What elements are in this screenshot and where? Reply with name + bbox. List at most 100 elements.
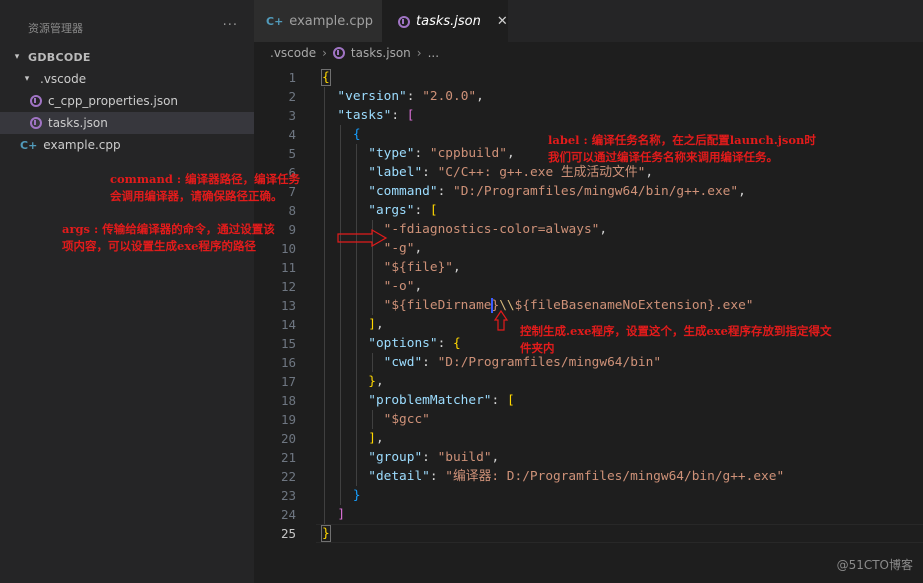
tree-item-label: example.cpp — [43, 138, 121, 152]
line-number: 4 — [288, 127, 296, 142]
tab-label: tasks.json — [416, 14, 481, 29]
tab-tasks-json[interactable]: tasks.json ✕ — [382, 0, 508, 42]
line-number: 20 — [280, 431, 296, 446]
line-number: 16 — [280, 355, 296, 370]
json-string: "C/C++: g++.exe 生成活动文件" — [437, 165, 646, 180]
annotation-label: label : 编译任务名称，在之后配置launch.json时 我们可以通过编… — [548, 133, 816, 164]
json-string: "${file}" — [383, 260, 453, 275]
code-line: ], — [368, 431, 384, 446]
code-line: "command": "D:/Programfiles/mingw64/bin/… — [368, 184, 746, 199]
code-line: "version": "2.0.0", — [337, 89, 484, 104]
code-line: "type": "cppbuild", — [368, 146, 515, 161]
chevron-right-icon: › — [322, 46, 327, 60]
line-number: 15 — [280, 336, 296, 351]
json-string: "build" — [437, 450, 492, 465]
json-icon — [398, 15, 410, 28]
line-number: 14 — [280, 317, 296, 332]
breadcrumb-file[interactable]: tasks.json — [351, 46, 411, 60]
code-line: "tasks": [ — [337, 108, 415, 123]
json-key: "cwd" — [383, 355, 423, 370]
breadcrumb-symbol[interactable]: ... — [428, 46, 439, 60]
line-number: 19 — [280, 412, 296, 427]
close-icon[interactable]: ✕ — [497, 14, 508, 29]
line-number: 13 — [280, 298, 296, 313]
json-string: "2.0.0" — [422, 89, 477, 104]
json-string: "编译器: D:/Programfiles/mingw64/bin/g++.ex… — [445, 469, 785, 484]
annotation-command: command : 编译器路径，编译任务 会调用编译器，请确保路径正确。 — [110, 172, 301, 203]
breadcrumb-folder[interactable]: .vscode — [270, 46, 316, 60]
json-icon — [30, 95, 42, 107]
code-line: { — [321, 69, 331, 86]
breadcrumb: .vscode › tasks.json › ... — [254, 42, 923, 64]
line-number: 24 — [280, 507, 296, 522]
current-line-highlight — [316, 524, 923, 543]
line-number: 22 — [280, 469, 296, 484]
json-key: "command" — [368, 184, 438, 199]
line-number: 23 — [280, 488, 296, 503]
json-key: "tasks" — [337, 108, 392, 123]
line-number: 2 — [288, 89, 296, 104]
explorer-title: 资源管理器 — [28, 22, 83, 35]
code-line: "group": "build", — [368, 450, 500, 465]
tab-label: example.cpp — [289, 13, 374, 29]
json-string: "-g" — [383, 241, 415, 256]
more-actions-icon[interactable]: ··· — [223, 18, 238, 33]
code-line: ] — [337, 507, 346, 522]
chevron-down-icon: ▾ — [24, 74, 30, 84]
workspace-title: GDBCODE — [28, 50, 91, 64]
line-number: 17 — [280, 374, 296, 389]
json-string: "D:/Programfiles/mingw64/bin/g++.exe" — [453, 184, 739, 199]
code-line: "${file}", — [383, 260, 461, 275]
cpp-icon: C+ — [20, 138, 38, 152]
annotation-args: args : 传输给编译器的命令，通过设置该 项内容，可以设置生成exe程序的路… — [62, 222, 275, 253]
code-line: "detail": "编译器: D:/Programfiles/mingw64/… — [368, 469, 785, 484]
code-line: "options": { — [368, 336, 461, 351]
json-key: "type" — [368, 146, 415, 161]
json-key: "problemMatcher" — [368, 393, 492, 408]
line-number: 3 — [288, 108, 296, 123]
explorer-sidebar: 资源管理器 ··· ▾ GDBCODE ▾ .vscode c_cpp_prop… — [0, 0, 254, 583]
watermark: @51CTO博客 — [836, 558, 913, 572]
json-string: "D:/Programfiles/mingw64/bin" — [437, 355, 662, 370]
tree-item-label: tasks.json — [48, 116, 108, 130]
tree-item-c-cpp-properties[interactable]: c_cpp_properties.json — [0, 90, 254, 112]
line-number: 5 — [288, 146, 296, 161]
json-icon — [332, 47, 345, 59]
tab-example-cpp[interactable]: C+ example.cpp — [254, 0, 382, 42]
code-line: }, — [368, 374, 384, 389]
json-key: "options" — [368, 336, 438, 351]
code-line: "-o", — [383, 279, 423, 294]
json-key: "group" — [368, 450, 423, 465]
code-line: "-g", — [383, 241, 423, 256]
tree-item-example-cpp[interactable]: C+ example.cpp — [0, 134, 254, 156]
json-key: "label" — [368, 165, 423, 180]
json-key: "version" — [337, 89, 407, 104]
code-line: "$gcc" — [322, 410, 430, 429]
tree-item-vscode-folder[interactable]: ▾ .vscode — [0, 68, 254, 90]
json-string: "-fdiagnostics-color=always" — [383, 222, 600, 237]
chevron-right-icon: › — [416, 46, 422, 60]
line-number: 18 — [280, 393, 296, 408]
tree-item-tasks-json[interactable]: tasks.json — [0, 112, 254, 134]
cpp-icon: C+ — [266, 14, 284, 28]
code-line: } — [352, 488, 361, 503]
line-number: 1 — [288, 70, 296, 85]
tree-item-label: .vscode — [40, 72, 87, 86]
json-key: "args" — [368, 203, 415, 218]
annotation-exe-path: 控制生成.exe程序，设置这个，生成exe程序存放到指定得文 件夹内 — [520, 324, 832, 355]
json-icon — [30, 117, 42, 129]
line-number: 21 — [280, 450, 296, 465]
json-string: "$gcc" — [383, 412, 430, 427]
line-number: 11 — [280, 260, 296, 275]
json-string: "${fileDirname} — [383, 298, 500, 313]
json-string: "cppbuild" — [429, 146, 507, 161]
line-number: 25 — [280, 526, 296, 541]
json-escape: \\ — [499, 298, 515, 313]
line-number: 12 — [280, 279, 296, 294]
workspace-section[interactable]: ▾ GDBCODE — [0, 46, 254, 68]
code-line: } — [321, 525, 331, 542]
explorer-header: 资源管理器 ··· — [0, 0, 254, 40]
json-key: "detail" — [368, 469, 430, 484]
code-line: { — [352, 127, 361, 142]
code-line: "-fdiagnostics-color=always", — [383, 222, 608, 237]
